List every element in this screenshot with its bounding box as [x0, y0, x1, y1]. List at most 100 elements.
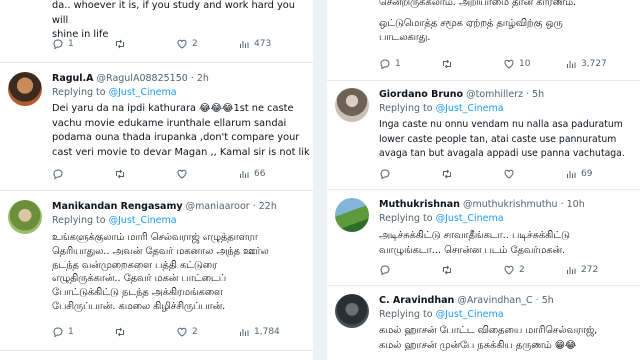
tweet-body: கமல் ஹாசன் போட்ட விதையை மாரிசெல்வராஜ், க… — [379, 324, 637, 353]
retweet-button[interactable] — [441, 264, 453, 276]
reply-button[interactable]: 1 — [52, 326, 74, 338]
retweet-icon — [114, 168, 126, 180]
tweet-text-line: lower caste people tan, atai caste use p… — [379, 133, 617, 145]
view-count: 3,727 — [581, 59, 607, 69]
retweet-button[interactable] — [441, 168, 453, 180]
retweet-button[interactable] — [114, 168, 126, 180]
reply-button[interactable] — [52, 168, 64, 180]
display-name[interactable]: Ragul.A — [52, 73, 94, 84]
views-icon — [238, 168, 250, 180]
tweet-text-line: வாழுங்கடா... சொன்ன படம் தேவர்மகன். — [379, 244, 566, 256]
reply-button[interactable]: 1 — [52, 38, 74, 50]
display-name[interactable]: Giordano Bruno — [379, 89, 463, 100]
like-count: 10 — [519, 59, 531, 69]
retweet-icon — [114, 38, 126, 50]
tweet-body: அடிச்சுக்கிட்டு சாவாதீங்கடா.. படிச்சுக்க… — [379, 229, 637, 258]
view-count: 1,784 — [254, 327, 280, 337]
views-button[interactable]: 69 — [565, 168, 592, 180]
user-handle[interactable]: @RagulA08825150 — [97, 73, 188, 84]
tweet-body: Dei yaru da na ipdi kathurara 😂😂😂1st ne … — [52, 102, 310, 160]
tweet-actions: 69 — [379, 168, 629, 182]
retweet-icon — [114, 326, 126, 338]
tweet-text-line: கமல் ஹாசன் முன்பே நசுக்கிய தருணம் 😁😂 — [379, 339, 577, 351]
retweet-button[interactable] — [114, 38, 126, 50]
tweet-actions: 1 2 1,784 — [52, 326, 302, 340]
views-icon — [565, 264, 577, 276]
view-count: 272 — [581, 265, 599, 275]
reply-icon — [52, 168, 64, 180]
replying-to-label: Replying to — [379, 103, 433, 114]
retweet-button[interactable] — [441, 58, 453, 70]
replying-to: Replying to @Just_Cinema — [52, 87, 177, 98]
like-button[interactable]: 2 — [503, 264, 525, 276]
tweet-text-line: avaga tan but avagala appadi use panna v… — [379, 148, 625, 159]
views-button[interactable]: 473 — [238, 38, 271, 50]
replying-to-label: Replying to — [52, 215, 106, 226]
like-button[interactable] — [176, 168, 188, 180]
tweet-text-line: பாடலகாது. — [379, 32, 431, 43]
user-handle[interactable]: @muthukrishmuthu — [463, 199, 558, 210]
reply-count: 1 — [395, 59, 401, 69]
right-reply-column: சென்றிருக்கலாம். அறியாமை தான் காரணம். ஒட… — [327, 0, 640, 360]
tweet-header: Giordano Bruno @tomhillerz · 5h — [379, 89, 544, 100]
replying-to-link[interactable]: @Just_Cinema — [436, 213, 504, 224]
tweet-text-line: சென்றிருக்கலாம். அறியாமை தான் காரணம். — [379, 0, 577, 8]
avatar[interactable] — [8, 200, 42, 234]
user-handle[interactable]: @tomhillerz — [466, 89, 523, 100]
tweet-text-line: Inga caste nu onnu vendam nu nalla asa p… — [379, 119, 623, 130]
tweet-text-line: Dei yaru da na ipdi kathurara 😂😂😂1st ne … — [52, 103, 294, 114]
timestamp[interactable]: · 22h — [253, 201, 277, 212]
reply-icon — [52, 326, 64, 338]
timestamp[interactable]: · 2h — [191, 73, 209, 84]
reply-button[interactable] — [379, 168, 391, 180]
views-button[interactable]: 1,784 — [238, 326, 280, 338]
views-icon — [238, 326, 250, 338]
display-name[interactable]: Manikandan Rengasamy — [52, 201, 183, 212]
view-count: 66 — [254, 169, 266, 179]
avatar[interactable] — [335, 88, 369, 122]
reply-icon — [379, 58, 391, 70]
user-handle[interactable]: @Aravindhan_C — [457, 295, 532, 306]
display-name[interactable]: Muthukrishnan — [379, 199, 460, 210]
tweet-header: C. Aravindhan @Aravindhan_C · 5h — [379, 295, 554, 306]
reply-button[interactable] — [379, 264, 391, 276]
tweet-actions: 66 — [52, 168, 302, 182]
like-button[interactable] — [503, 168, 515, 180]
display-name[interactable]: C. Aravindhan — [379, 295, 454, 306]
views-button[interactable]: 272 — [565, 264, 598, 276]
like-button[interactable]: 10 — [503, 58, 530, 70]
like-count: 2 — [192, 327, 198, 337]
avatar[interactable] — [335, 294, 369, 328]
heart-icon — [176, 38, 188, 50]
like-button[interactable]: 2 — [176, 326, 198, 338]
timestamp[interactable]: · 5h — [526, 89, 544, 100]
tweet-text-line: கமல் ஹாசன் போட்ட விதையை மாரிசெல்வராஜ், — [379, 325, 598, 336]
reply-button[interactable]: 1 — [379, 58, 401, 70]
retweet-button[interactable] — [114, 326, 126, 338]
replying-to-label: Replying to — [52, 87, 106, 98]
views-button[interactable]: 66 — [238, 168, 265, 180]
timestamp[interactable]: · 10h — [561, 199, 585, 210]
tweet-body: da.. whoever it is, if you study and wor… — [52, 0, 313, 43]
heart-icon — [176, 168, 188, 180]
tweet-text-line: உங்களுக்குலாம் மாரி செல்வராஜ் எழுத்தாளரா — [52, 232, 258, 243]
replying-to-label: Replying to — [379, 309, 433, 320]
retweet-icon — [441, 58, 453, 70]
view-count: 473 — [254, 39, 272, 49]
tweet-body: உங்களுக்குலாம் மாரி செல்வராஜ் எழுத்தாளரா… — [52, 231, 310, 314]
like-button[interactable]: 2 — [176, 38, 198, 50]
left-reply-column: da.. whoever it is, if you study and wor… — [0, 0, 313, 360]
replying-to-link[interactable]: @Just_Cinema — [109, 215, 177, 226]
views-button[interactable]: 3,727 — [565, 58, 607, 70]
avatar[interactable] — [8, 72, 42, 106]
tweet-text-line: நடந்த வன்முறைகளை பத்தி கட்டுரை — [52, 259, 218, 271]
heart-icon — [503, 58, 515, 70]
replying-to-link[interactable]: @Just_Cinema — [436, 309, 504, 320]
divider — [327, 80, 640, 81]
user-handle[interactable]: @maniaaroor — [186, 201, 250, 212]
avatar[interactable] — [335, 198, 369, 232]
tweet-text-line: போட்டுக்கிட்டு நடந்த அக்கிரமங்களை — [52, 287, 223, 299]
timestamp[interactable]: · 5h — [536, 295, 554, 306]
replying-to-link[interactable]: @Just_Cinema — [109, 87, 177, 98]
replying-to-link[interactable]: @Just_Cinema — [436, 103, 504, 114]
